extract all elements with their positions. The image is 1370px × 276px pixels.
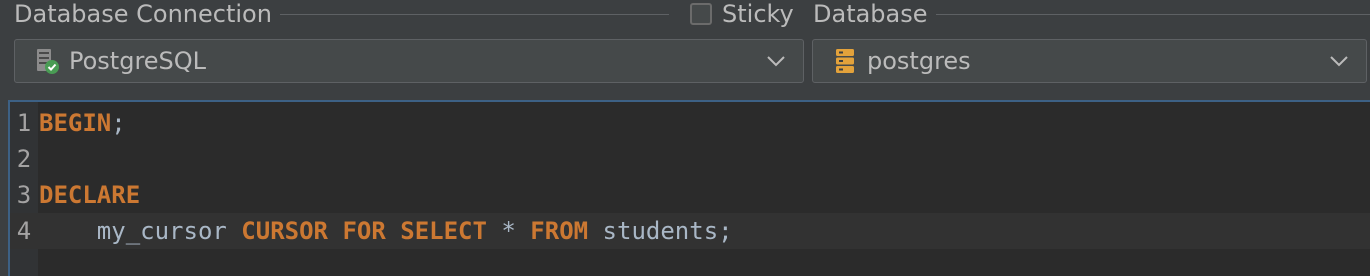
connection-selected-value: PostgreSQL (69, 47, 207, 75)
line-number: 3 (16, 181, 32, 209)
separator-line (279, 13, 669, 15)
database-connected-icon (37, 49, 59, 74)
connection-dropdown[interactable]: PostgreSQL (14, 39, 804, 83)
line-number: 1 (16, 109, 32, 137)
line-number: 2 (16, 145, 32, 173)
chevron-down-icon (1330, 56, 1348, 67)
database-dropdown[interactable]: postgres (812, 39, 1367, 83)
sql-text: my_cursor (39, 217, 242, 245)
sticky-label: Sticky (722, 0, 794, 28)
sql-editor[interactable]: 1 BEGIN; 2 3 DECLARE 4 my_cursor CURSOR FOR S… (8, 100, 1370, 276)
sql-keyword: BEGIN (39, 109, 112, 137)
database-label: Database (813, 0, 928, 28)
code-line[interactable]: 3 DECLARE (10, 177, 1370, 213)
separator-line (935, 13, 1370, 15)
database-icon (836, 49, 854, 73)
code-text: my_cursor CURSOR FOR SELECT * FROM stude… (38, 217, 733, 245)
code-line[interactable]: 2 (10, 141, 1370, 177)
database-group-title: Database (813, 0, 1370, 28)
database-connection-label: Database Connection (14, 0, 272, 28)
code-text: BEGIN; (38, 109, 126, 137)
sql-text: * (486, 217, 531, 245)
database-selected-value: postgres (867, 47, 971, 75)
sql-text: ; (111, 109, 126, 137)
database-connection-group-title: Database Connection (14, 0, 669, 28)
sql-keyword: CURSOR FOR SELECT (241, 217, 487, 245)
code-line[interactable]: 1 BEGIN; (10, 105, 1370, 141)
code-line[interactable]: 4 my_cursor CURSOR FOR SELECT * FROM stu… (10, 213, 1370, 249)
sql-console-panel: Database Connection Sticky Database Post… (0, 0, 1370, 276)
checkbox-box[interactable] (690, 3, 712, 25)
chevron-down-icon (767, 56, 785, 67)
sql-keyword: FROM (530, 217, 589, 245)
sticky-checkbox[interactable]: Sticky (690, 0, 794, 28)
code-text: DECLARE (38, 181, 140, 209)
line-number: 4 (16, 217, 32, 245)
sql-text: students; (588, 217, 733, 245)
sql-keyword: DECLARE (39, 181, 141, 209)
